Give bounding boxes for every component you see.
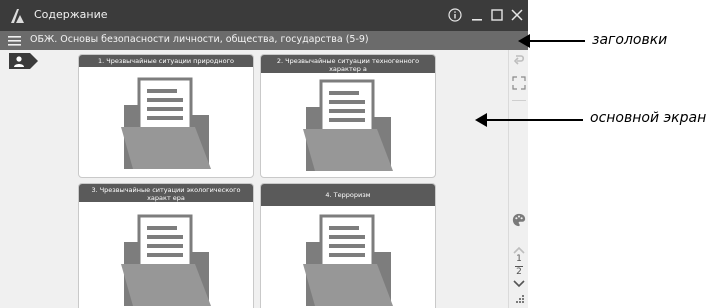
right-toolbar: 1 2 xyxy=(508,50,528,308)
page-up-icon[interactable] xyxy=(512,246,526,254)
tile-title: 2. Чрезвычайные ситуации техногенного ха… xyxy=(261,55,435,73)
app-window: Содержание ОБЖ. Основы безопасности личн… xyxy=(0,0,528,308)
close-button[interactable] xyxy=(507,5,527,25)
page-down-icon[interactable] xyxy=(512,280,526,288)
info-icon[interactable] xyxy=(445,5,465,25)
content-tile[interactable]: 3. Чрезвычайные ситуации экологического … xyxy=(78,183,254,308)
app-logo-icon xyxy=(11,9,24,23)
user-tab[interactable] xyxy=(9,53,38,69)
page-current: 1 xyxy=(516,254,522,264)
content-tile[interactable]: 4. Терроризм xyxy=(260,183,436,308)
content-tile[interactable]: 1. Чрезвычайные ситуации природного хара… xyxy=(78,54,254,178)
tile-title: 3. Чрезвычайные ситуации экологического … xyxy=(79,184,253,202)
undo-icon[interactable] xyxy=(512,54,526,66)
content-tile[interactable]: 2. Чрезвычайные ситуации техногенного ха… xyxy=(260,54,436,178)
minimize-button[interactable] xyxy=(467,5,487,25)
palette-icon[interactable] xyxy=(512,212,526,228)
annotation-arrow-headers xyxy=(518,34,585,48)
user-icon xyxy=(14,56,24,67)
folder-document-icon xyxy=(121,77,211,169)
annotation-arrow-main xyxy=(475,113,583,127)
title-bar: Содержание xyxy=(0,0,528,31)
hamburger-menu-icon[interactable] xyxy=(8,34,21,47)
resize-grip-icon[interactable] xyxy=(512,294,526,306)
annotation-main-screen: основной экран xyxy=(590,110,707,126)
folder-document-icon xyxy=(303,214,393,306)
maximize-button[interactable] xyxy=(487,5,507,25)
folder-document-icon xyxy=(121,214,211,306)
annotation-headers: заголовки xyxy=(592,32,668,48)
tile-title: 1. Чрезвычайные ситуации природного хара… xyxy=(79,55,253,73)
fullscreen-icon[interactable] xyxy=(512,76,526,90)
breadcrumb-bar: ОБЖ. Основы безопасности личности, общес… xyxy=(0,31,528,50)
folder-document-icon xyxy=(303,79,393,171)
breadcrumb-text[interactable]: ОБЖ. Основы безопасности личности, общес… xyxy=(30,34,369,45)
window-title: Содержание xyxy=(34,8,108,21)
page-total: 2 xyxy=(516,267,522,277)
tile-title: 4. Терроризм xyxy=(261,184,435,206)
toolbar-divider xyxy=(512,100,526,101)
